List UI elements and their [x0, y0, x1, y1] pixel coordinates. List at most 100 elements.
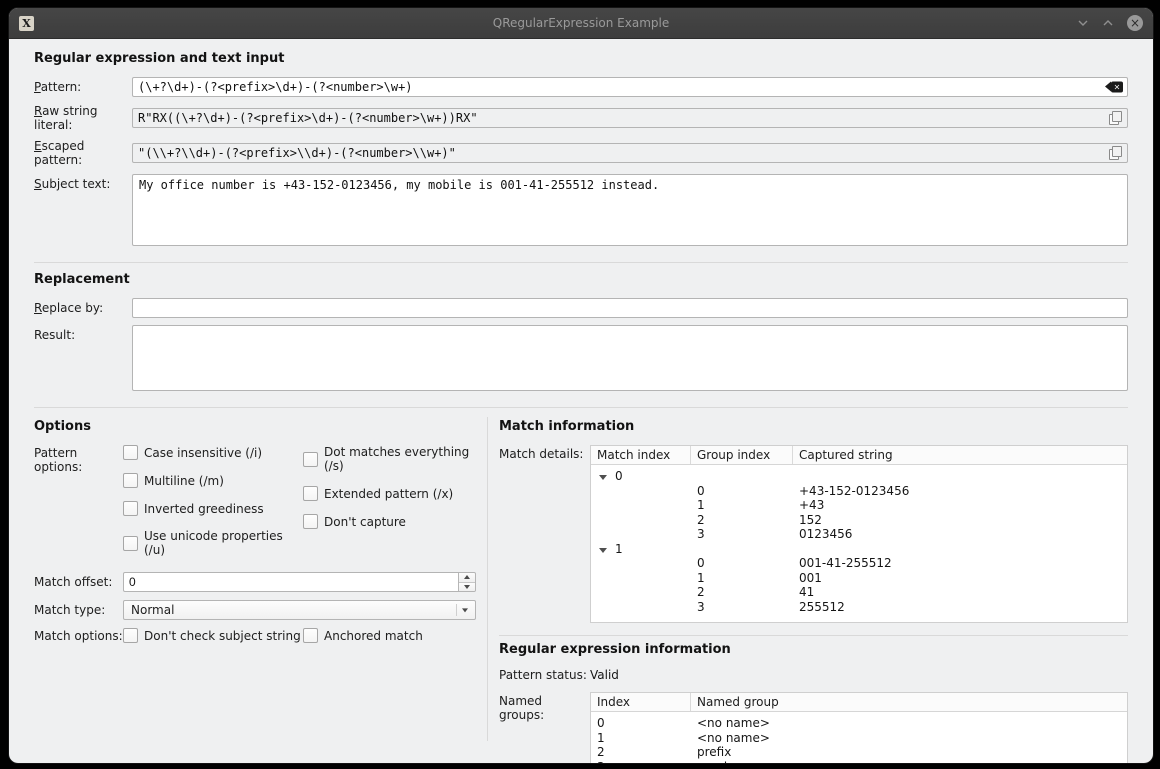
table-row[interactable]: 2 41	[591, 585, 1127, 600]
column-header-named-group[interactable]: Named group	[691, 693, 1127, 711]
checkbox-column-1: Don't check subject string	[123, 628, 303, 643]
copy-icon[interactable]	[1109, 146, 1122, 160]
checkbox-box	[123, 628, 138, 643]
subject-text-row: Subject text: My office number is +43-15…	[34, 174, 1128, 246]
column-header-match-index[interactable]: Match index	[591, 446, 691, 464]
match-options-checkboxes: Don't check subject string Anchored matc…	[123, 628, 476, 643]
app-icon: X	[19, 16, 34, 31]
checkbox-column-2: Anchored match	[303, 628, 423, 643]
replace-by-field	[132, 298, 1128, 318]
replace-by-row: Replace by:	[34, 298, 1128, 318]
raw-string-label: Raw string literal:	[34, 104, 132, 132]
table-row[interactable]: 1 <no name>	[591, 731, 1127, 746]
table-body: 0 <no name> 1 <no name> 2 prefix	[591, 712, 1127, 764]
table-row[interactable]: 3 0123456	[591, 527, 1127, 542]
clear-text-icon[interactable]	[1105, 82, 1123, 93]
table-row[interactable]: 0 +43-152-0123456	[591, 484, 1127, 499]
raw-string-input[interactable]	[132, 108, 1128, 128]
expander-icon[interactable]	[599, 475, 607, 480]
table-row[interactable]: 0 <no name>	[591, 716, 1127, 731]
table-row[interactable]: 0 001-41-255512	[591, 556, 1127, 571]
match-offset-input[interactable]	[123, 572, 476, 592]
column-header-index[interactable]: Index	[591, 693, 691, 711]
result-area[interactable]	[132, 325, 1128, 391]
pattern-status-label: Pattern status:	[499, 668, 590, 682]
checkbox-dot-matches-everything[interactable]: Dot matches everything (/s)	[303, 445, 476, 473]
spin-up-icon[interactable]	[459, 573, 475, 583]
pattern-options-row: Pattern options: Case insensitive (/i) M…	[34, 445, 476, 557]
pattern-field	[132, 77, 1128, 97]
expander-icon[interactable]	[599, 548, 607, 553]
column-header-captured-string[interactable]: Captured string	[793, 446, 1127, 464]
options-panel: Options Pattern options: Case insensitiv…	[34, 415, 476, 763]
checkbox-label: Don't check subject string	[144, 629, 301, 643]
checkbox-box	[303, 452, 318, 467]
checkbox-label: Inverted greediness	[144, 502, 264, 516]
checkbox-multiline[interactable]: Multiline (/m)	[123, 473, 303, 488]
titlebar[interactable]: X QRegularExpression Example	[9, 8, 1153, 39]
chevron-down-icon	[462, 608, 468, 612]
table-row[interactable]: 3 number	[591, 760, 1127, 765]
checkbox-box	[123, 536, 138, 551]
subject-text-area[interactable]: My office number is +43-152-0123456, my …	[132, 174, 1128, 246]
checkbox-unicode-properties[interactable]: Use unicode properties (/u)	[123, 529, 303, 557]
section-heading-replacement: Replacement	[34, 272, 1128, 287]
match-details-label: Match details:	[499, 445, 590, 461]
table-row[interactable]: 3 255512	[591, 600, 1127, 615]
table-row[interactable]: 2 152	[591, 513, 1127, 528]
minimize-icon[interactable]	[1077, 19, 1089, 27]
match-type-label: Match type:	[34, 603, 123, 617]
match-details-row: Match details: Match index Group index C…	[499, 445, 1128, 623]
named-groups-table[interactable]: Index Named group 0 <no name> 1 <no name…	[590, 692, 1128, 764]
checkbox-extended-pattern[interactable]: Extended pattern (/x)	[303, 486, 476, 501]
section-heading-input: Regular expression and text input	[34, 51, 1128, 66]
match-info-panel: Match information Match details: Match i…	[499, 415, 1128, 763]
match-offset-row: Match offset:	[34, 572, 476, 592]
window-controls	[1077, 15, 1143, 31]
match-details-tree[interactable]: Match index Group index Captured string …	[590, 445, 1128, 623]
pattern-status-value: Valid	[590, 668, 619, 682]
table-row[interactable]: 1	[591, 542, 1127, 557]
window-title: QRegularExpression Example	[9, 16, 1153, 30]
table-row[interactable]: 0	[591, 469, 1127, 484]
pattern-row: Pattern:	[34, 77, 1128, 97]
checkbox-inverted-greediness[interactable]: Inverted greediness	[123, 501, 303, 516]
match-type-row: Match type: Normal	[34, 600, 476, 620]
checkbox-anchored-match[interactable]: Anchored match	[303, 628, 423, 643]
maximize-icon[interactable]	[1102, 19, 1114, 27]
section-heading-regexp-info: Regular expression information	[499, 642, 1128, 657]
checkbox-box	[303, 486, 318, 501]
table-row[interactable]: 1 +43	[591, 498, 1127, 513]
match-offset-label: Match offset:	[34, 575, 123, 589]
escaped-pattern-field	[132, 143, 1128, 163]
table-row[interactable]: 2 prefix	[591, 745, 1127, 760]
checkbox-label: Use unicode properties (/u)	[144, 529, 303, 557]
table-header: Index Named group	[591, 693, 1127, 712]
pattern-label: Pattern:	[34, 80, 132, 94]
copy-icon[interactable]	[1109, 111, 1122, 125]
named-groups-row: Named groups: Index Named group 0 <no na…	[499, 692, 1128, 764]
checkbox-column-1: Case insensitive (/i) Multiline (/m) Inv…	[123, 445, 303, 557]
separator	[499, 635, 1128, 636]
column-header-group-index[interactable]: Group index	[691, 446, 793, 464]
match-type-combobox[interactable]: Normal	[123, 600, 476, 620]
checkbox-box	[123, 445, 138, 460]
match-type-value: Normal	[131, 603, 174, 617]
checkbox-dont-capture[interactable]: Don't capture	[303, 514, 476, 529]
escaped-pattern-input[interactable]	[132, 143, 1128, 163]
checkbox-case-insensitive[interactable]: Case insensitive (/i)	[123, 445, 303, 460]
tree-body: 0 0 +43-152-0123456 1	[591, 465, 1127, 614]
close-icon[interactable]	[1127, 15, 1143, 31]
replace-by-input[interactable]	[132, 298, 1128, 318]
checkbox-label: Case insensitive (/i)	[144, 446, 262, 460]
pattern-options-label: Pattern options:	[34, 445, 123, 474]
pattern-options-checkboxes: Case insensitive (/i) Multiline (/m) Inv…	[123, 445, 476, 557]
checkbox-dont-check-subject[interactable]: Don't check subject string	[123, 628, 303, 643]
combo-separator	[456, 604, 457, 616]
spin-down-icon[interactable]	[459, 583, 475, 592]
table-row[interactable]: 1 001	[591, 571, 1127, 586]
app-window: X QRegularExpression Example Regular exp…	[8, 7, 1154, 764]
match-options-label: Match options:	[34, 629, 123, 643]
checkbox-column-2: Dot matches everything (/s) Extended pat…	[303, 445, 476, 557]
pattern-input[interactable]	[132, 77, 1128, 97]
